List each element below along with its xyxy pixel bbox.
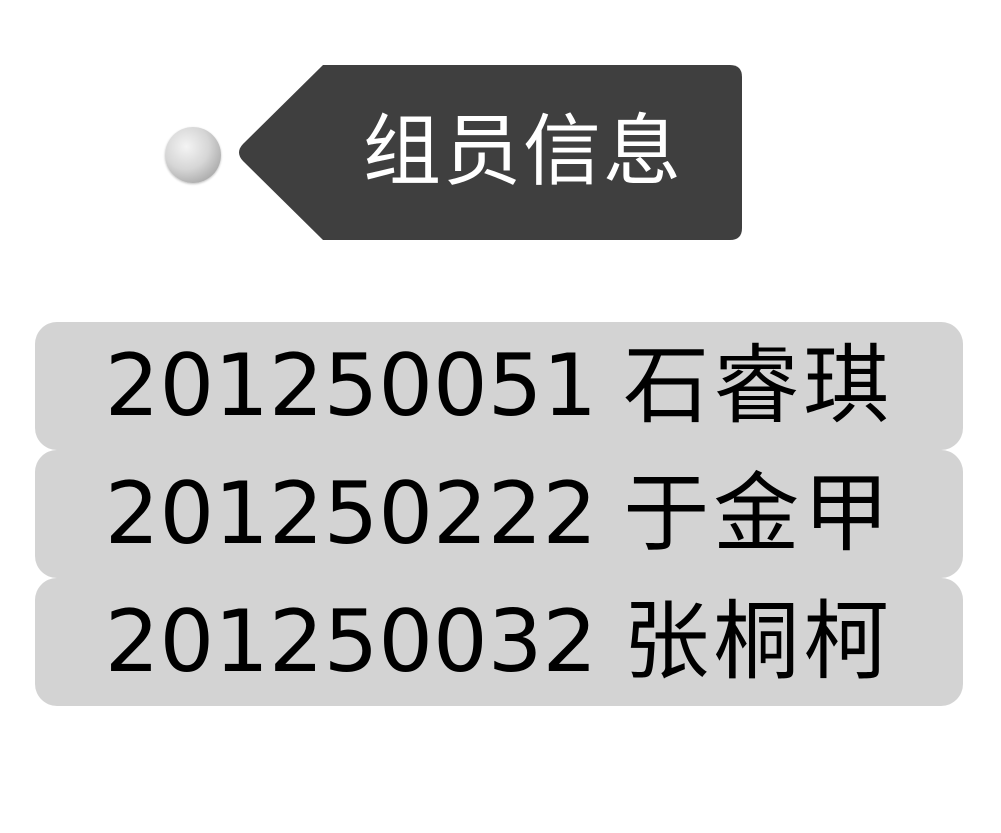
member-row: 201250222 于金甲 — [35, 450, 963, 578]
bullet-dot-icon — [165, 127, 221, 183]
member-id: 201250222 — [104, 464, 598, 564]
member-id: 201250032 — [104, 592, 598, 692]
section-title: 组员信息 — [363, 107, 684, 197]
member-row: 201250051 石睿琪 — [35, 322, 963, 450]
member-id: 201250051 — [104, 336, 598, 436]
member-name: 于金甲 — [623, 464, 894, 564]
member-list: 201250051 石睿琪 201250222 于金甲 201250032 张桐柯 — [35, 322, 963, 706]
member-name: 石睿琪 — [623, 336, 894, 436]
member-row: 201250032 张桐柯 — [35, 578, 963, 706]
member-name: 张桐柯 — [623, 592, 894, 692]
section-tag: 组员信息 — [235, 65, 742, 240]
